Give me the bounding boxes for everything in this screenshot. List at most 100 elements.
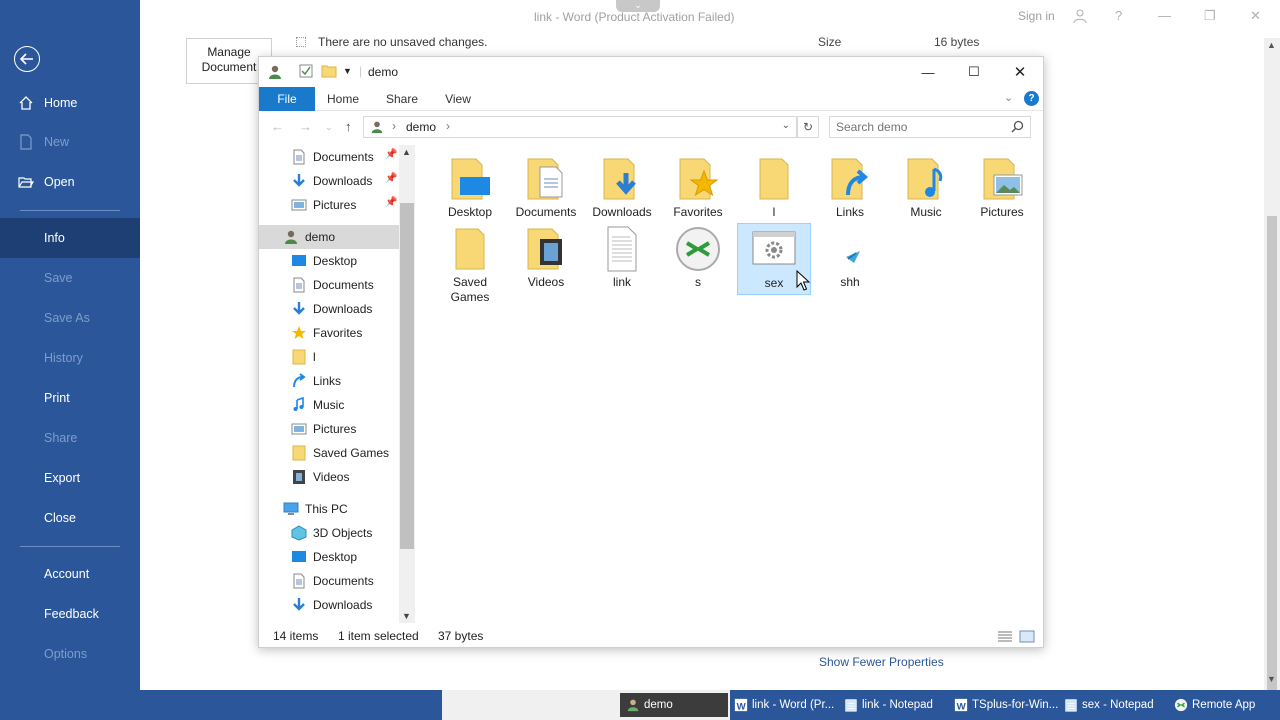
taskbar-item-word[interactable]: W link - Word (Pr... bbox=[734, 693, 838, 717]
search-box[interactable] bbox=[829, 116, 1031, 138]
file-item-favorites[interactable]: Favorites bbox=[661, 153, 735, 225]
nav-quick-documents[interactable]: Documents 📌 bbox=[259, 145, 399, 169]
search-input[interactable] bbox=[836, 119, 1006, 135]
backstage-close[interactable]: Close bbox=[0, 498, 140, 538]
selection-count: 1 item selected bbox=[338, 629, 419, 643]
up-arrow-icon[interactable]: ↑ bbox=[345, 119, 352, 134]
backstage-open[interactable]: Open bbox=[0, 162, 140, 202]
tab-file[interactable]: File bbox=[259, 87, 315, 111]
scroll-down-icon[interactable]: ▼ bbox=[402, 611, 411, 621]
help-question-icon[interactable]: ? bbox=[1115, 8, 1122, 23]
minimize-icon[interactable]: — bbox=[905, 61, 951, 83]
forward-arrow-icon[interactable]: → bbox=[299, 119, 312, 134]
pin-icon[interactable]: 📌 bbox=[385, 173, 397, 184]
properties-icon[interactable] bbox=[299, 64, 313, 78]
tab-home[interactable]: Home bbox=[321, 87, 365, 111]
backstage-info[interactable]: Info bbox=[0, 218, 140, 258]
file-item-link[interactable]: link bbox=[585, 223, 659, 295]
details-view-icon[interactable] bbox=[997, 631, 1013, 642]
taskbar-item-tsplus[interactable]: W TSplus-for-Win... bbox=[954, 693, 1058, 717]
scroll-down-icon[interactable]: ▼ bbox=[1267, 674, 1276, 684]
file-item-shh[interactable]: shh bbox=[813, 223, 887, 295]
word-vertical-scrollbar[interactable]: ▲ ▼ bbox=[1264, 38, 1280, 708]
backstage-account[interactable]: Account bbox=[0, 554, 140, 594]
help-icon[interactable]: ? bbox=[1024, 91, 1039, 106]
nav-user-favorites[interactable]: Favorites bbox=[259, 321, 399, 345]
backstage-history[interactable]: History bbox=[0, 338, 140, 378]
show-fewer-properties-link[interactable]: Show Fewer Properties bbox=[819, 655, 944, 669]
file-item-saved-games[interactable]: Saved Games bbox=[433, 223, 507, 304]
feedback-person-icon[interactable] bbox=[1072, 8, 1088, 27]
nav-user-links[interactable]: Links bbox=[259, 369, 399, 393]
address-dropdown-icon[interactable]: ⌄ bbox=[782, 120, 790, 131]
file-item-desktop[interactable]: Desktop bbox=[433, 153, 507, 225]
file-item-pictures[interactable]: Pictures bbox=[965, 153, 1039, 225]
refresh-icon[interactable]: ↻ bbox=[797, 116, 819, 138]
close-icon[interactable]: ✕ bbox=[1250, 8, 1261, 24]
backstage-export[interactable]: Export bbox=[0, 458, 140, 498]
quick-access-dropdown-icon[interactable]: ▼ bbox=[343, 66, 352, 76]
pin-icon[interactable]: 📌 bbox=[385, 197, 397, 208]
nav-this-pc[interactable]: This PC bbox=[259, 497, 399, 521]
file-item-s[interactable]: s bbox=[661, 223, 735, 295]
large-icons-view-icon[interactable] bbox=[1019, 630, 1035, 643]
minimize-icon[interactable]: — bbox=[1158, 8, 1171, 23]
scroll-up-icon[interactable]: ▲ bbox=[1267, 40, 1276, 50]
backstage-options[interactable]: Options bbox=[0, 634, 140, 674]
nav-user-music[interactable]: Music bbox=[259, 393, 399, 417]
taskbar-item-remote-app[interactable]: Remote App bbox=[1174, 693, 1278, 717]
restore-icon[interactable]: ❐ bbox=[1204, 8, 1216, 24]
nav-user-videos[interactable]: Videos bbox=[259, 465, 399, 489]
expand-ribbon-chevron-icon[interactable]: ⌄ bbox=[1004, 91, 1013, 104]
scroll-thumb[interactable] bbox=[400, 203, 414, 549]
backstage-home[interactable]: Home bbox=[0, 83, 140, 123]
taskbar-item-demo[interactable]: demo bbox=[620, 693, 728, 717]
taskbar-item-link-notepad[interactable]: link - Notepad bbox=[844, 693, 948, 717]
tab-view[interactable]: View bbox=[437, 87, 479, 111]
backstage-share[interactable]: Share bbox=[0, 418, 140, 458]
nav-user-demo[interactable]: demo bbox=[259, 225, 399, 249]
maximize-icon[interactable]: ☐ bbox=[951, 61, 997, 83]
nav-pc-downloads[interactable]: Downloads bbox=[259, 593, 399, 617]
scroll-up-icon[interactable]: ▲ bbox=[402, 147, 411, 157]
sign-in-link[interactable]: Sign in bbox=[1018, 9, 1055, 23]
file-item-music[interactable]: Music bbox=[889, 153, 963, 225]
nav-user-saved-games[interactable]: Saved Games bbox=[259, 441, 399, 465]
backstage-print[interactable]: Print bbox=[0, 378, 140, 418]
back-arrow-icon[interactable]: ← bbox=[271, 119, 284, 134]
nav-user-pictures[interactable]: Pictures bbox=[259, 417, 399, 441]
nav-quick-pictures[interactable]: Pictures 📌 bbox=[259, 193, 399, 217]
new-folder-icon[interactable] bbox=[321, 64, 337, 78]
breadcrumb-chevron-icon[interactable]: › bbox=[446, 119, 450, 133]
nav-user-downloads[interactable]: Downloads bbox=[259, 297, 399, 321]
pin-icon[interactable]: 📌 bbox=[385, 149, 397, 160]
file-item-links[interactable]: Links bbox=[813, 153, 887, 225]
file-item-l[interactable]: l bbox=[737, 153, 811, 225]
file-item-videos[interactable]: Videos bbox=[509, 223, 583, 295]
backstage-new[interactable]: New bbox=[0, 122, 140, 162]
nav-pane-scrollbar[interactable]: ▲ ▼ bbox=[399, 145, 415, 623]
tab-share[interactable]: Share bbox=[379, 87, 425, 111]
file-item-downloads[interactable]: Downloads bbox=[585, 153, 659, 225]
recent-locations-icon[interactable]: ⌄ bbox=[325, 122, 333, 133]
backstage-feedback[interactable]: Feedback bbox=[0, 594, 140, 634]
back-arrow-icon[interactable] bbox=[14, 46, 40, 72]
nav-pc-documents[interactable]: Documents bbox=[259, 569, 399, 593]
address-bar[interactable]: › demo › ⌄ bbox=[363, 116, 797, 138]
breadcrumb[interactable]: demo bbox=[406, 120, 436, 134]
nav-user-desktop[interactable]: Desktop bbox=[259, 249, 399, 273]
taskbar-item-sex-notepad[interactable]: sex - Notepad bbox=[1064, 693, 1168, 717]
file-item-documents[interactable]: Documents bbox=[509, 153, 583, 225]
taskbar-left-area bbox=[0, 690, 442, 720]
nav-user-l[interactable]: l bbox=[259, 345, 399, 369]
backstage-save-as[interactable]: Save As bbox=[0, 298, 140, 338]
close-icon[interactable]: ✕ bbox=[997, 61, 1043, 83]
scroll-thumb[interactable] bbox=[1267, 216, 1277, 708]
backstage-save[interactable]: Save bbox=[0, 258, 140, 298]
word-title-bar: link - Word (Product Activation Failed) … bbox=[140, 0, 1280, 34]
nav-pc-3d-objects[interactable]: 3D Objects bbox=[259, 521, 399, 545]
nav-user-documents[interactable]: Documents bbox=[259, 273, 399, 297]
chevron-down-icon[interactable]: ⌄ bbox=[616, 0, 660, 12]
nav-quick-downloads[interactable]: Downloads 📌 bbox=[259, 169, 399, 193]
nav-pc-desktop[interactable]: Desktop bbox=[259, 545, 399, 569]
